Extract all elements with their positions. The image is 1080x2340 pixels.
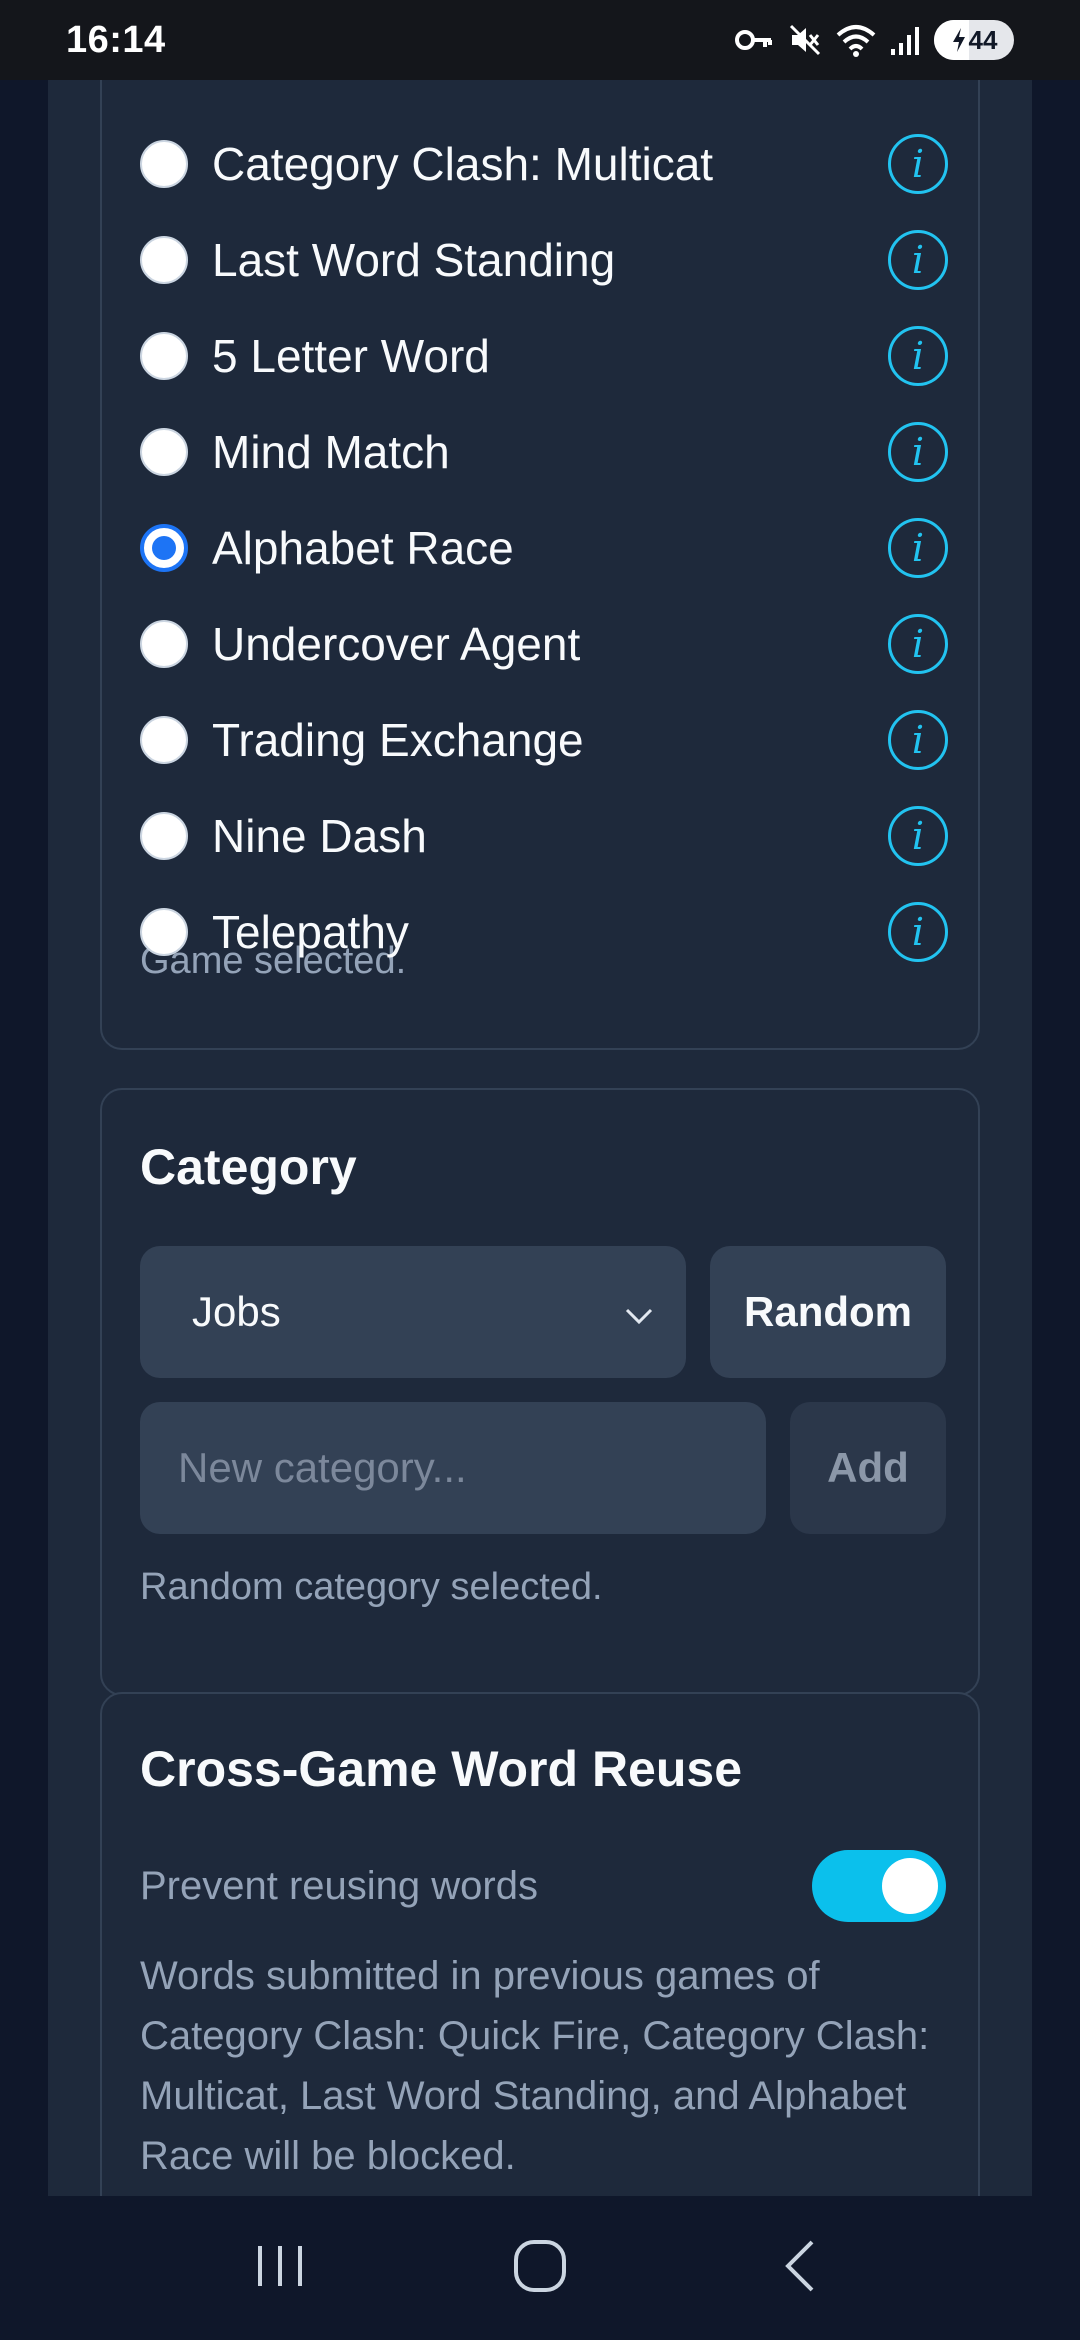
game-option[interactable]: Undercover Agent i (140, 596, 948, 692)
category-title: Category (140, 1139, 357, 1195)
game-radio[interactable] (140, 524, 188, 572)
game-option[interactable]: Last Word Standing i (140, 212, 948, 308)
category-card: Category Jobs Random Add Random category… (100, 1088, 980, 1696)
game-radio[interactable] (140, 140, 188, 188)
game-option[interactable]: Trading Exchange i (140, 692, 948, 788)
game-option[interactable]: Nine Dash i (140, 788, 948, 884)
home-icon (512, 2238, 568, 2299)
game-option-label: Undercover Agent (212, 618, 581, 670)
game-radio[interactable] (140, 236, 188, 284)
game-option[interactable]: Telepathy i (140, 884, 948, 980)
word-reuse-title: Cross-Game Word Reuse (140, 1741, 743, 1797)
game-option-label: Mind Match (212, 426, 450, 478)
game-option[interactable]: Category Clash: Multicat i (140, 116, 948, 212)
random-category-button[interactable]: Random (710, 1246, 946, 1378)
game-option-label: Alphabet Race (212, 522, 514, 574)
new-category-input[interactable] (140, 1402, 766, 1534)
game-option-label: Last Word Standing (212, 234, 616, 286)
info-icon[interactable]: i (888, 710, 948, 770)
signal-icon (890, 23, 920, 57)
game-radio[interactable] (140, 812, 188, 860)
info-icon[interactable]: i (888, 230, 948, 290)
mute-icon (788, 23, 822, 57)
info-icon[interactable]: i (888, 326, 948, 386)
battery-level: 44 (968, 24, 998, 55)
recent-apps-icon (254, 2240, 306, 2297)
prevent-reuse-toggle[interactable] (812, 1850, 946, 1922)
chevron-down-icon (624, 1288, 654, 1336)
prevent-reuse-label: Prevent reusing words (140, 1864, 538, 1908)
info-icon[interactable]: i (888, 902, 948, 962)
game-select-card: Game selected. Category Clash: Multicat i… (100, 80, 980, 1050)
main-panel[interactable]: Game selected. Category Clash: Multicat i… (48, 80, 1032, 2196)
game-option-label: Nine Dash (212, 810, 427, 862)
vpn-key-icon (734, 25, 774, 55)
word-reuse-card: Cross-Game Word Reuse Prevent reusing wo… (100, 1692, 980, 2196)
toggle-knob (882, 1858, 938, 1914)
info-icon[interactable]: i (888, 134, 948, 194)
game-option-label: 5 Letter Word (212, 330, 490, 382)
info-icon[interactable]: i (888, 806, 948, 866)
status-icons: 44 (734, 20, 1014, 60)
word-reuse-description: Words submitted in previous games of Cat… (140, 1954, 930, 2178)
game-option[interactable]: Mind Match i (140, 404, 948, 500)
game-option-label: Telepathy (212, 906, 409, 958)
category-select-value: Jobs (192, 1288, 281, 1335)
game-option-label: Category Clash: Multicat (212, 138, 714, 190)
recent-apps-button[interactable] (220, 2208, 340, 2328)
game-radio[interactable] (140, 620, 188, 668)
game-option[interactable]: Alphabet Race i (140, 500, 948, 596)
game-option[interactable]: 5 Letter Word i (140, 308, 948, 404)
game-radio[interactable] (140, 332, 188, 380)
status-bar: 16:14 44 (0, 0, 1080, 80)
game-option-label: Trading Exchange (212, 714, 584, 766)
status-time: 16:14 (66, 18, 166, 61)
battery-icon: 44 (934, 20, 1014, 60)
add-category-button[interactable]: Add (790, 1402, 946, 1534)
category-status-text: Random category selected. (140, 1566, 603, 1608)
back-icon (780, 2238, 820, 2299)
wifi-icon (836, 23, 876, 57)
game-radio[interactable] (140, 428, 188, 476)
home-button[interactable] (480, 2208, 600, 2328)
system-nav-bar (0, 2196, 1080, 2340)
category-select[interactable]: Jobs (140, 1246, 686, 1378)
info-icon[interactable]: i (888, 614, 948, 674)
game-radio[interactable] (140, 908, 188, 956)
game-radio[interactable] (140, 716, 188, 764)
back-button[interactable] (740, 2208, 860, 2328)
info-icon[interactable]: i (888, 422, 948, 482)
info-icon[interactable]: i (888, 518, 948, 578)
